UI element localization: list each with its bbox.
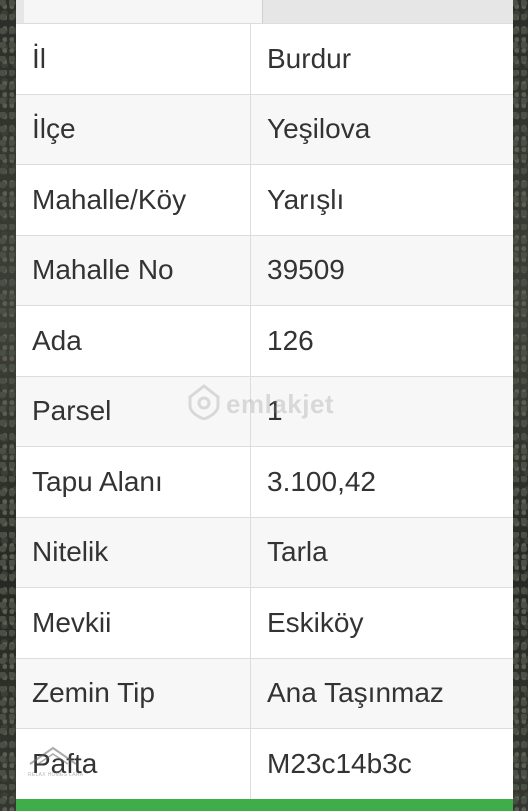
row-label: Tapu Alanı: [16, 446, 251, 517]
row-label: Zemin Tip: [16, 657, 251, 729]
row-value: Tarla: [250, 516, 513, 588]
table-row: İl Burdur: [16, 23, 513, 94]
row-value: 1: [250, 375, 513, 447]
action-bar[interactable]: [16, 799, 513, 811]
table-row: İlçe Yeşilova: [16, 93, 513, 165]
row-value: 126: [250, 305, 513, 376]
table-row: Tapu Alanı 3.100,42: [16, 446, 513, 517]
table-row: Zemin Tip Ana Taşınmaz: [16, 657, 513, 729]
row-label: Nitelik: [16, 516, 251, 588]
row-value: Burdur: [250, 23, 513, 94]
row-value: Ana Taşınmaz: [250, 657, 513, 729]
row-value: M23c14b3c: [250, 728, 513, 799]
row-label: Mahalle No: [16, 234, 251, 306]
table-row: Mahalle No 39509: [16, 234, 513, 306]
table-row: Nitelik Tarla: [16, 516, 513, 588]
row-label: Ada: [16, 305, 251, 376]
background-right: [512, 0, 528, 811]
parcel-info-card: İl Burdur İlçe Yeşilova Mahalle/Köy Yarı…: [16, 0, 513, 811]
parcel-info-table: İl Burdur İlçe Yeşilova Mahalle/Köy Yarı…: [16, 23, 513, 799]
row-value: Eskiköy: [250, 587, 513, 658]
row-value: 39509: [250, 234, 513, 306]
row-label: Parsel: [16, 375, 251, 447]
row-label: Mahalle/Köy: [16, 164, 251, 235]
table-row: Pafta M23c14b3c: [16, 728, 513, 799]
table-row: Parsel 1: [16, 375, 513, 447]
row-label: İlçe: [16, 93, 251, 165]
tab-strip: [16, 0, 513, 23]
table-row: Mahalle/Köy Yarışlı: [16, 164, 513, 235]
row-value: Yarışlı: [250, 164, 513, 235]
row-label: Mevkii: [16, 587, 251, 658]
table-row: Mevkii Eskiköy: [16, 587, 513, 658]
row-value: 3.100,42: [250, 446, 513, 517]
tab-active[interactable]: [24, 0, 263, 23]
row-value: Yeşilova: [250, 93, 513, 165]
row-label: İl: [16, 23, 251, 94]
row-label: Pafta: [16, 728, 251, 799]
table-row: Ada 126: [16, 305, 513, 376]
